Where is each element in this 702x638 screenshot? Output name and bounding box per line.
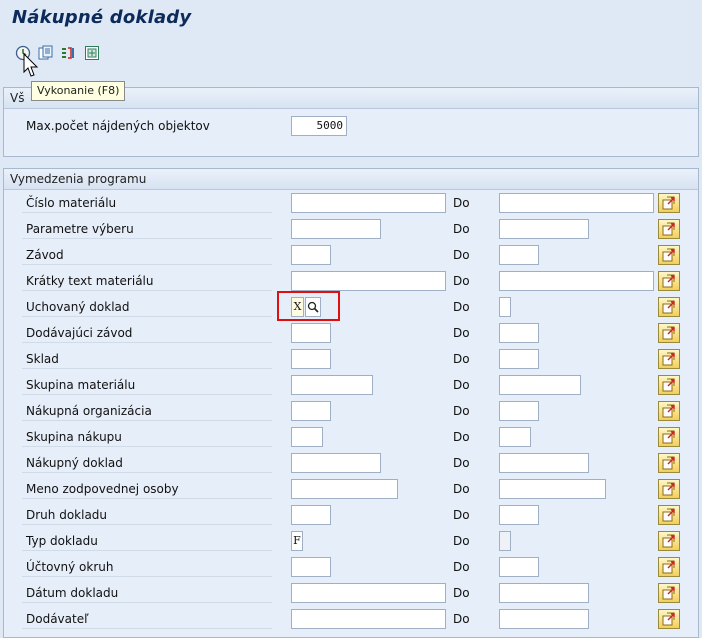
selection-to-field[interactable]	[499, 505, 539, 525]
multiple-selection-icon[interactable]	[658, 193, 680, 213]
multiple-selection-icon[interactable]	[658, 375, 680, 395]
multiple-selection-icon[interactable]	[658, 297, 680, 317]
selection-row-label: Parametre výberu	[22, 219, 272, 239]
to-label: Do	[453, 196, 470, 210]
selection-to-field[interactable]	[499, 271, 654, 291]
multiple-selection-icon[interactable]	[658, 219, 680, 239]
selection-to-field[interactable]	[499, 219, 589, 239]
multiple-selection-icon[interactable]	[658, 531, 680, 551]
selection-row-label: Meno zodpovednej osoby	[22, 479, 272, 499]
multiple-selection-icon[interactable]	[658, 245, 680, 265]
selection-row-label: Nákupný doklad	[22, 453, 272, 473]
to-label: Do	[453, 586, 470, 600]
mouse-cursor-icon	[23, 52, 41, 79]
selection-to-field[interactable]	[499, 609, 589, 629]
selection-from-field[interactable]	[291, 609, 446, 629]
selection-row-label: Dátum dokladu	[22, 583, 272, 603]
multiple-selection-icon[interactable]	[658, 427, 680, 447]
to-label: Do	[453, 352, 470, 366]
selection-from-field[interactable]	[291, 271, 446, 291]
page-title: Nákupné doklady	[12, 7, 192, 28]
selection-row-label: Dodávateľ	[22, 609, 272, 629]
selection-row-label: Uchovaný doklad	[22, 297, 272, 317]
selection-from-field[interactable]	[291, 193, 446, 213]
selection-from-field[interactable]	[291, 505, 331, 525]
selection-from-field[interactable]	[291, 401, 331, 421]
selection-row-label: Skupina nákupu	[22, 427, 272, 447]
to-label: Do	[453, 378, 470, 392]
multiple-selection-icon[interactable]	[658, 583, 680, 603]
selection-to-field[interactable]	[499, 401, 539, 421]
selection-row-label: Dodávajúci závod	[22, 323, 272, 343]
multiple-selection-icon[interactable]	[658, 479, 680, 499]
selection-row-label: Typ dokladu	[22, 531, 272, 551]
selection-from-field[interactable]	[291, 479, 398, 499]
multiple-selection-icon[interactable]	[658, 557, 680, 577]
to-label: Do	[453, 456, 470, 470]
selection-row-label: Krátky text materiálu	[22, 271, 272, 291]
selection-row-label: Číslo materiálu	[22, 193, 272, 213]
selection-from-field[interactable]	[291, 323, 331, 343]
selection-from-field[interactable]: F	[291, 531, 303, 551]
max-objects-label: Max.počet nájdených objektov	[26, 119, 210, 133]
selection-from-field[interactable]	[291, 583, 446, 603]
selection-to-field[interactable]	[499, 583, 589, 603]
to-label: Do	[453, 300, 470, 314]
selection-row-label: Účtovný okruh	[22, 557, 272, 577]
to-label: Do	[453, 612, 470, 626]
multiple-selection-icon[interactable]	[658, 323, 680, 343]
to-label: Do	[453, 326, 470, 340]
program-documentation-icon[interactable]	[84, 45, 100, 61]
selection-options-icon[interactable]	[61, 45, 77, 61]
multiple-selection-icon[interactable]	[658, 401, 680, 421]
selection-to-field[interactable]	[499, 479, 606, 499]
to-label: Do	[453, 222, 470, 236]
selection-row-label: Nákupná organizácia	[22, 401, 272, 421]
highlight-box	[277, 291, 340, 321]
selection-from-field[interactable]	[291, 427, 323, 447]
to-label: Do	[453, 534, 470, 548]
to-label: Do	[453, 404, 470, 418]
selection-to-field[interactable]	[499, 375, 581, 395]
multiple-selection-icon[interactable]	[658, 609, 680, 629]
execute-tooltip: Vykonanie (F8)	[31, 81, 126, 101]
selection-from-field[interactable]	[291, 219, 381, 239]
selection-row-label: Skupina materiálu	[22, 375, 272, 395]
to-label: Do	[453, 274, 470, 288]
multiple-selection-icon[interactable]	[658, 271, 680, 291]
selection-to-field[interactable]	[499, 557, 539, 577]
selection-row-label: Druh dokladu	[22, 505, 272, 525]
multiple-selection-icon[interactable]	[658, 349, 680, 369]
selection-row-label: Sklad	[22, 349, 272, 369]
selection-to-field[interactable]	[499, 245, 539, 265]
max-objects-field[interactable]: 5000	[291, 116, 347, 136]
to-label: Do	[453, 560, 470, 574]
to-label: Do	[453, 248, 470, 262]
selection-to-field[interactable]	[499, 193, 654, 213]
multiple-selection-icon[interactable]	[658, 453, 680, 473]
selection-from-field[interactable]	[291, 245, 331, 265]
group-title-program: Vymedzenia programu	[4, 169, 698, 190]
selection-from-field[interactable]	[291, 557, 331, 577]
to-label: Do	[453, 508, 470, 522]
selection-row-label: Závod	[22, 245, 272, 265]
selection-to-field[interactable]	[499, 531, 511, 551]
selection-from-field[interactable]	[291, 375, 373, 395]
selection-to-field[interactable]	[499, 297, 511, 317]
selection-from-field[interactable]	[291, 349, 331, 369]
selection-from-field[interactable]	[291, 453, 381, 473]
selection-to-field[interactable]	[499, 453, 589, 473]
selection-to-field[interactable]	[499, 349, 539, 369]
selection-to-field[interactable]	[499, 427, 531, 447]
to-label: Do	[453, 430, 470, 444]
selection-to-field[interactable]	[499, 323, 539, 343]
multiple-selection-icon[interactable]	[658, 505, 680, 525]
to-label: Do	[453, 482, 470, 496]
